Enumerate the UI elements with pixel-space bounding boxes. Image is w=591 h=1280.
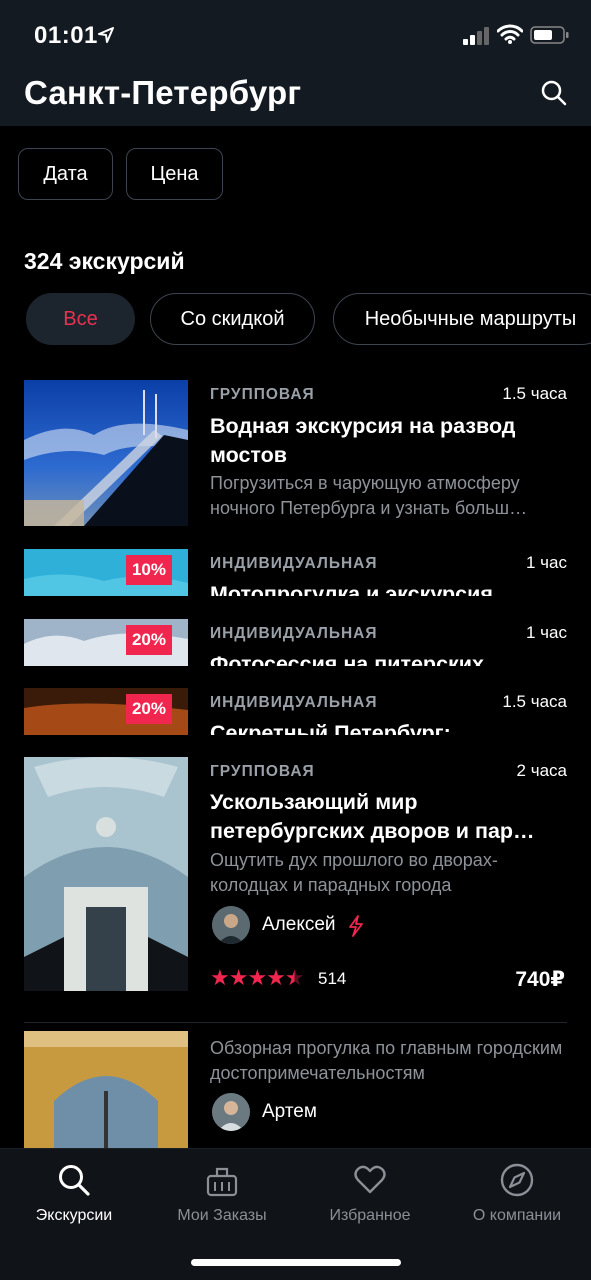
tour-title: Водная экскурсия на развод мостов bbox=[210, 414, 516, 467]
tour-type: ГРУППОВАЯ bbox=[210, 386, 315, 403]
home-indicator[interactable] bbox=[191, 1259, 401, 1266]
tab-label: Избранное bbox=[329, 1207, 411, 1224]
tour-card[interactable]: ГРУППОВАЯ 1.5 часа Водная экскурсия на р… bbox=[0, 380, 591, 530]
price-filter-button[interactable]: Цена bbox=[126, 148, 223, 200]
tour-duration: 2 часа bbox=[516, 761, 567, 780]
tour-image-sky: 10% bbox=[24, 549, 188, 596]
tour-duration: 1 час bbox=[526, 623, 567, 642]
results-count: 324 экскурсий bbox=[24, 248, 185, 274]
tab-favorites[interactable]: Избранное bbox=[296, 1149, 444, 1239]
tour-image-courtyard bbox=[24, 757, 188, 991]
status-time: 01:01 bbox=[34, 22, 98, 49]
tour-image-night: 20% bbox=[24, 688, 188, 735]
tour-title: Ускользающий мир петербургских дворов и … bbox=[210, 790, 535, 843]
tour-duration: 1.5 часа bbox=[502, 384, 567, 403]
navigation-bar: Санкт-Петербург bbox=[0, 70, 591, 126]
avatar bbox=[212, 1093, 250, 1131]
rating-stars: ★★★★★ bbox=[210, 965, 305, 990]
tour-type: ГРУППОВАЯ bbox=[210, 763, 315, 780]
discount-badge: 20% bbox=[125, 694, 172, 724]
reviews-count: 514 bbox=[318, 969, 347, 988]
tour-description: Ощутить дух прошлого во дворах-колодцах … bbox=[210, 850, 498, 895]
avatar bbox=[212, 906, 250, 944]
guide-name: Алексей bbox=[262, 914, 336, 935]
discount-badge: 20% bbox=[125, 625, 172, 655]
guide-name: Артем bbox=[262, 1101, 317, 1122]
tour-title: Фотосессия на питерских bbox=[210, 652, 484, 666]
tour-description: Обзорная прогулка по главным городским д… bbox=[210, 1038, 563, 1083]
status-bar: 01:01 bbox=[0, 0, 591, 70]
chip-all[interactable]: Все bbox=[26, 293, 135, 345]
cellular-signal-icon bbox=[463, 27, 489, 45]
heart-icon bbox=[354, 1165, 386, 1194]
tour-title: Секретный Петербург: bbox=[210, 721, 451, 735]
compass-icon bbox=[500, 1163, 534, 1197]
tour-card[interactable]: 20% ИНДИВИДУАЛЬНАЯ 1 час Фотосессия на п… bbox=[0, 619, 591, 666]
tab-label: Экскурсии bbox=[35, 1207, 113, 1224]
discount-badge: 10% bbox=[125, 555, 172, 585]
tour-image-clouds: 20% bbox=[24, 619, 188, 666]
wifi-icon bbox=[497, 24, 523, 44]
divider bbox=[24, 1022, 567, 1023]
tab-orders[interactable]: Мои Заказы bbox=[148, 1149, 296, 1239]
orders-icon bbox=[206, 1167, 238, 1197]
tour-card[interactable]: Обзорная прогулка по главным городским д… bbox=[0, 1031, 591, 1148]
tab-excursions[interactable]: Экскурсии bbox=[0, 1149, 148, 1239]
date-filter-button[interactable]: Дата bbox=[18, 148, 113, 200]
tour-image-arch bbox=[24, 1031, 188, 1148]
tab-label: О компании bbox=[472, 1207, 562, 1224]
search-icon bbox=[59, 1165, 90, 1196]
tour-card[interactable]: 10% ИНДИВИДУАЛЬНАЯ 1 час Мотопрогулка и … bbox=[0, 549, 591, 596]
location-arrow-icon bbox=[98, 27, 114, 43]
tour-price: 740₽ bbox=[515, 968, 565, 991]
page-title: Санкт-Петербург bbox=[24, 74, 302, 111]
tour-card[interactable]: ГРУППОВАЯ 2 часа Ускользающий мир петерб… bbox=[0, 757, 591, 993]
tour-duration: 1.5 часа bbox=[502, 692, 567, 711]
tour-duration: 1 час bbox=[526, 553, 567, 572]
tour-image-bridge bbox=[24, 380, 188, 526]
chip-unusual-routes[interactable]: Необычные маршруты bbox=[333, 293, 591, 345]
search-icon[interactable] bbox=[540, 79, 568, 107]
tab-about[interactable]: О компании bbox=[443, 1149, 591, 1239]
battery-icon bbox=[530, 26, 569, 44]
lightning-icon bbox=[349, 915, 363, 937]
tour-title: Мотопрогулка и экскурсия bbox=[210, 582, 493, 596]
tour-description: Погрузиться в чарующую атмосферу ночного… bbox=[210, 473, 528, 518]
tour-card[interactable]: 20% ИНДИВИДУАЛЬНАЯ 1.5 часа Секретный Пе… bbox=[0, 688, 591, 735]
tour-type: ИНДИВИДУАЛЬНАЯ bbox=[210, 555, 378, 572]
chip-discount[interactable]: Со скидкой bbox=[150, 293, 315, 345]
tour-type: ИНДИВИДУАЛЬНАЯ bbox=[210, 625, 378, 642]
tour-type: ИНДИВИДУАЛЬНАЯ bbox=[210, 694, 378, 711]
tab-label: Мои Заказы bbox=[177, 1207, 267, 1224]
